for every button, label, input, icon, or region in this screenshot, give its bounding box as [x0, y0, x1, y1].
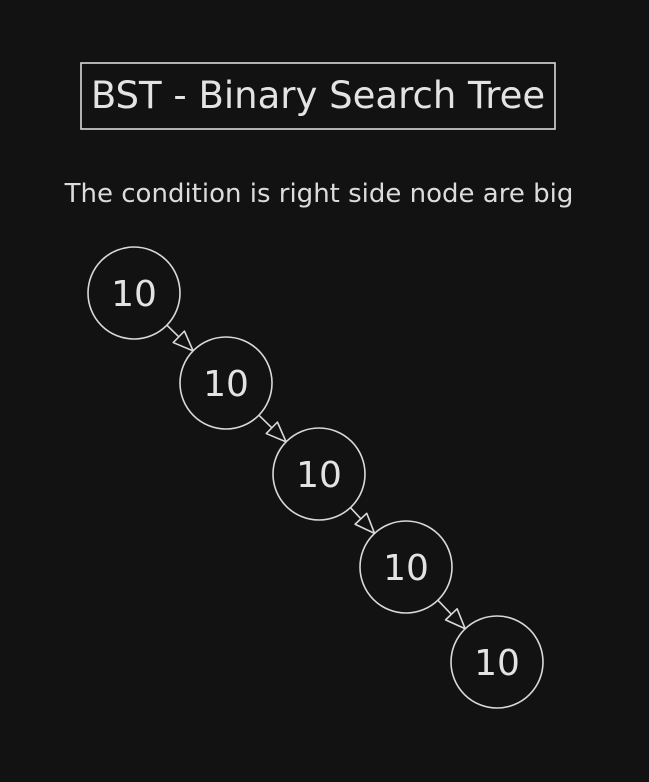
diagram-subtitle: The condition is right side node are big: [64, 179, 574, 209]
edge-line: [166, 324, 180, 338]
tree-node-3: 10: [272, 427, 366, 521]
edge-line: [349, 507, 362, 520]
tree-node-1: 10: [87, 246, 181, 340]
node-label: 10: [203, 364, 249, 405]
nodes-layer: 10 10 10 10 10: [87, 246, 544, 709]
tree-node-4: 10: [359, 520, 453, 614]
edge-n4-n5: [437, 599, 466, 630]
edge-line: [437, 599, 452, 615]
bst-diagram: BST - Binary Search Tree The condition i…: [64, 62, 574, 709]
diagram-canvas: BST - Binary Search Tree The condition i…: [0, 0, 649, 782]
edge-n3-n4: [349, 507, 376, 535]
tree-node-5: 10: [450, 615, 544, 709]
diagram-title: BST - Binary Search Tree: [91, 74, 545, 117]
edge-line: [258, 414, 273, 429]
title-group: BST - Binary Search Tree: [80, 62, 556, 130]
tree-node-2: 10: [179, 336, 273, 430]
edge-n1-n2: [166, 324, 194, 352]
node-label: 10: [111, 274, 157, 315]
node-label: 10: [383, 548, 429, 589]
edge-n2-n3: [258, 414, 287, 443]
node-label: 10: [296, 455, 342, 496]
node-label: 10: [474, 643, 520, 684]
